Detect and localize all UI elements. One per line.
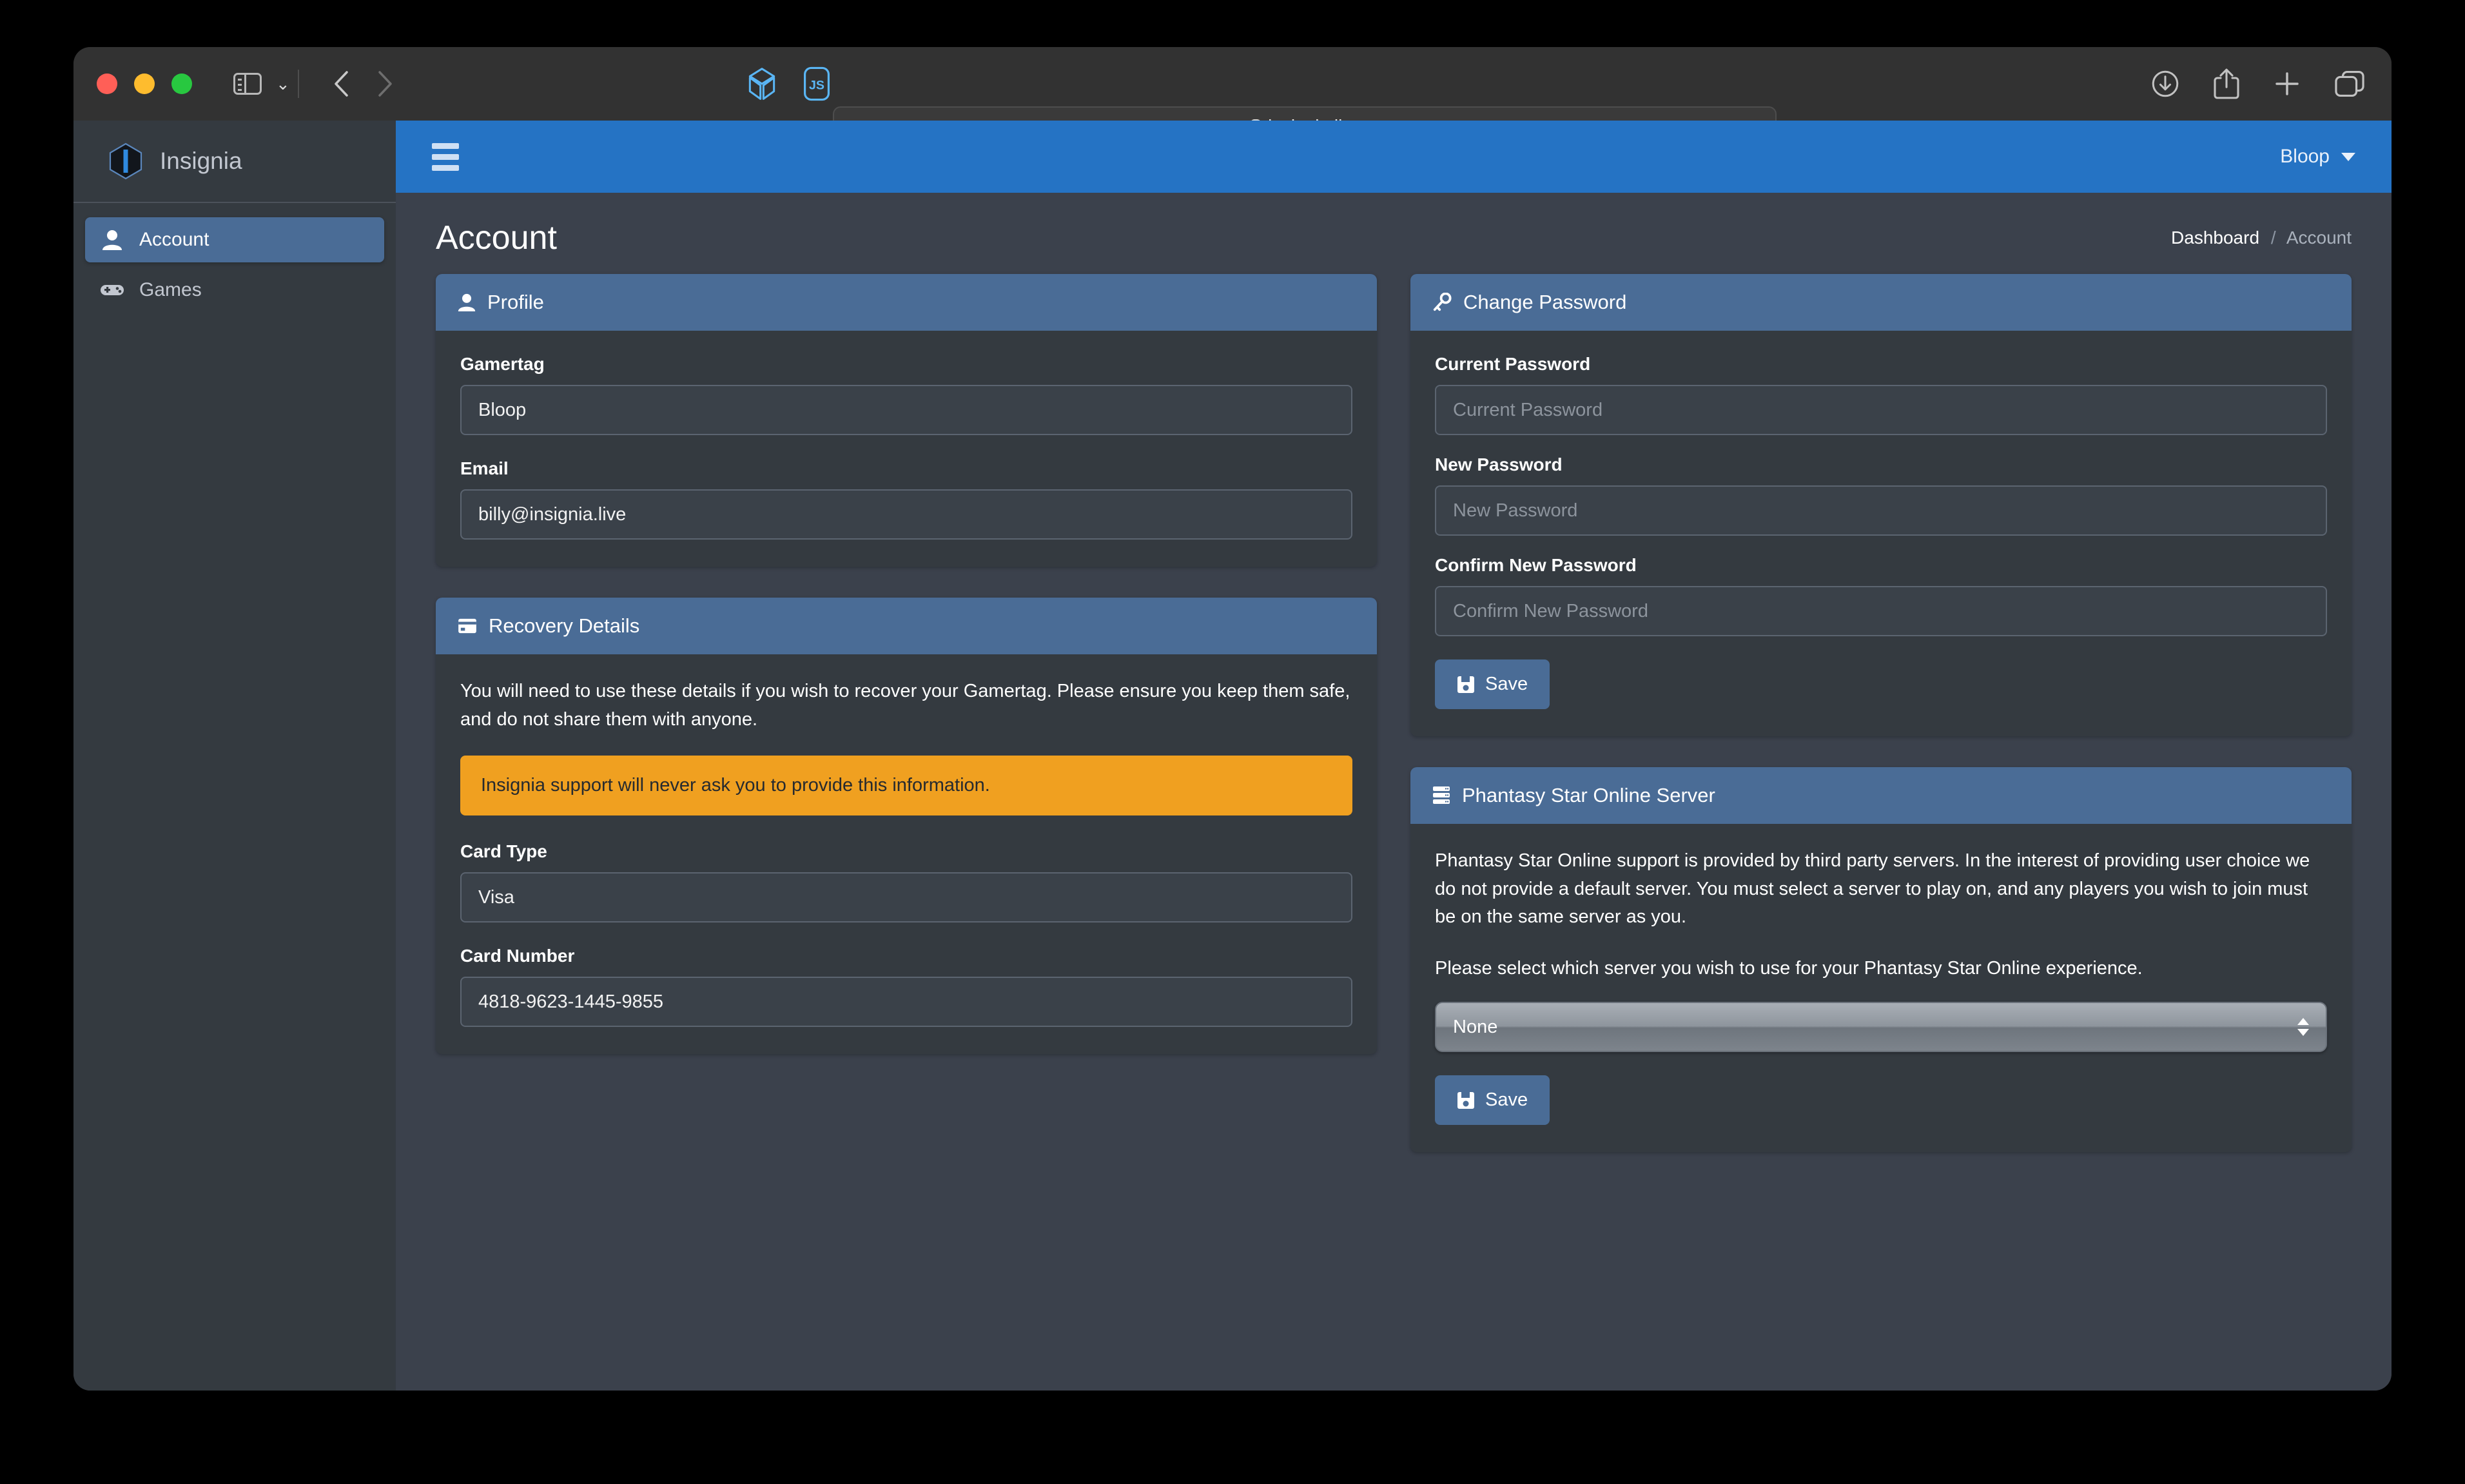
sidebar-item-label: Account: [139, 229, 209, 250]
recovery-card-body: You will need to use these details if yo…: [436, 654, 1377, 1054]
password-save-button[interactable]: Save: [1435, 659, 1550, 709]
email-input[interactable]: billy@insignia.live: [460, 489, 1352, 540]
current-password-input[interactable]: Current Password: [1435, 385, 2327, 435]
profile-card-body: Gamertag Bloop Email billy@insignia.live: [436, 331, 1377, 567]
breadcrumb-separator: /: [2270, 228, 2276, 248]
recovery-alert: Insignia support will never ask you to p…: [460, 756, 1352, 815]
minimize-button[interactable]: [134, 73, 155, 94]
browser-toolbar: ⌄ JS insignia.live ↻: [73, 47, 2392, 146]
breadcrumb-current: Account: [2286, 228, 2352, 248]
share-icon[interactable]: [2212, 66, 2241, 101]
insignia-logo-icon: [109, 142, 142, 180]
chevron-down-icon: [2341, 152, 2355, 161]
profile-card-header: Profile: [436, 274, 1377, 331]
page-title: Account: [436, 219, 557, 257]
user-menu-label: Bloop: [2280, 146, 2330, 167]
server-icon: [1433, 786, 1450, 804]
change-password-card: Change Password Current Password Current…: [1410, 274, 2352, 736]
pso-save-button[interactable]: Save: [1435, 1075, 1550, 1125]
page-header: Account Dashboard / Account: [396, 193, 2392, 274]
back-icon[interactable]: [333, 70, 349, 98]
user-icon: [458, 293, 476, 311]
sidebar-item-games[interactable]: Games: [85, 268, 384, 313]
downloads-icon[interactable]: [2149, 68, 2181, 100]
password-save-label: Save: [1485, 674, 1528, 694]
profile-card-title: Profile: [487, 291, 544, 313]
pso-paragraph-2: Please select which server you wish to u…: [1435, 957, 2143, 979]
card-type-input[interactable]: Visa: [460, 872, 1352, 923]
user-menu[interactable]: Bloop: [2280, 146, 2355, 168]
credit-card-icon: [458, 618, 476, 634]
gamertag-input[interactable]: Bloop: [460, 385, 1352, 435]
recovery-description: You will need to use these details if yo…: [460, 681, 1350, 730]
pso-card-header: Phantasy Star Online Server: [1410, 767, 2352, 824]
profile-card: Profile Gamertag Bloop Email billy@insig…: [436, 274, 1377, 567]
extension-icons: JS: [744, 47, 830, 121]
card-number-input[interactable]: 4818-9623-1445-9855: [460, 977, 1352, 1027]
new-password-label: New Password: [1435, 454, 1563, 474]
svg-text:JS: JS: [809, 79, 824, 93]
sidebar-icon[interactable]: [233, 73, 262, 95]
toolbar-divider: [297, 70, 299, 98]
recovery-details-card: Recovery Details You will need to use th…: [436, 598, 1377, 1054]
current-password-label: Current Password: [1435, 354, 1591, 374]
card-number-label: Card Number: [460, 946, 575, 966]
password-card-body: Current Password Current Password New Pa…: [1410, 331, 2352, 736]
breadcrumb: Dashboard / Account: [2171, 228, 2352, 248]
brand-name: Insignia: [160, 148, 242, 174]
stepper-arrows-icon: [2297, 1018, 2309, 1036]
gamertag-label: Gamertag: [460, 354, 545, 374]
js-extension-icon[interactable]: JS: [803, 66, 830, 101]
safari-window: ⌄ JS insignia.live ↻: [73, 47, 2392, 1391]
sidebar-item-label: Games: [139, 279, 202, 300]
gamepad-icon: [99, 282, 125, 298]
left-column: Profile Gamertag Bloop Email billy@insig…: [436, 274, 1377, 1085]
password-card-header: Change Password: [1410, 274, 2352, 331]
sidebar-nav: Account Games: [73, 203, 396, 313]
key-icon: [1433, 293, 1452, 311]
tab-overview-icon[interactable]: [2333, 69, 2366, 99]
hamburger-icon[interactable]: [432, 142, 459, 171]
card-columns: Profile Gamertag Bloop Email billy@insig…: [396, 274, 2392, 1183]
card-type-label: Card Type: [460, 841, 547, 861]
forward-icon[interactable]: [376, 70, 393, 98]
pso-paragraph-1: Phantasy Star Online support is provided…: [1435, 850, 2310, 927]
pso-save-label: Save: [1485, 1089, 1528, 1110]
pso-card-body: Phantasy Star Online support is provided…: [1410, 824, 2352, 1152]
close-button[interactable]: [97, 73, 117, 94]
main-content: Bloop Account Dashboard / Account Profil…: [396, 121, 2392, 1391]
email-label: Email: [460, 458, 509, 478]
user-icon: [99, 229, 125, 251]
zoom-button[interactable]: [171, 73, 192, 94]
confirm-password-label: Confirm New Password: [1435, 555, 1637, 575]
pso-card-title: Phantasy Star Online Server: [1462, 784, 1715, 806]
chevron-down-icon[interactable]: ⌄: [276, 75, 290, 92]
save-icon: [1457, 676, 1474, 693]
cube-extension-icon[interactable]: [744, 66, 780, 102]
confirm-password-input[interactable]: Confirm New Password: [1435, 586, 2327, 636]
sidebar-toggle-group: ⌄: [233, 73, 290, 95]
breadcrumb-dashboard[interactable]: Dashboard: [2171, 228, 2259, 248]
recovery-card-header: Recovery Details: [436, 598, 1377, 654]
web-page: Insignia Account Games Bloop Account Das…: [73, 121, 2392, 1391]
brand[interactable]: Insignia: [73, 121, 396, 203]
pso-server-card: Phantasy Star Online Server Phantasy Sta…: [1410, 767, 2352, 1152]
save-icon: [1457, 1091, 1474, 1109]
navigation-arrows: [333, 70, 393, 98]
new-tab-icon[interactable]: [2272, 68, 2303, 99]
toolbar-right-group: [2149, 47, 2366, 121]
password-card-title: Change Password: [1463, 291, 1627, 313]
recovery-card-title: Recovery Details: [489, 614, 640, 637]
sidebar-item-account[interactable]: Account: [85, 217, 384, 262]
right-column: Change Password Current Password Current…: [1410, 274, 2352, 1183]
pso-server-select[interactable]: None: [1435, 1002, 2327, 1052]
new-password-input[interactable]: New Password: [1435, 485, 2327, 536]
pso-server-selected-value: None: [1453, 1016, 1498, 1037]
top-navbar: Bloop: [396, 121, 2392, 193]
window-controls: [97, 73, 192, 94]
app-sidebar: Insignia Account Games: [73, 121, 396, 1391]
